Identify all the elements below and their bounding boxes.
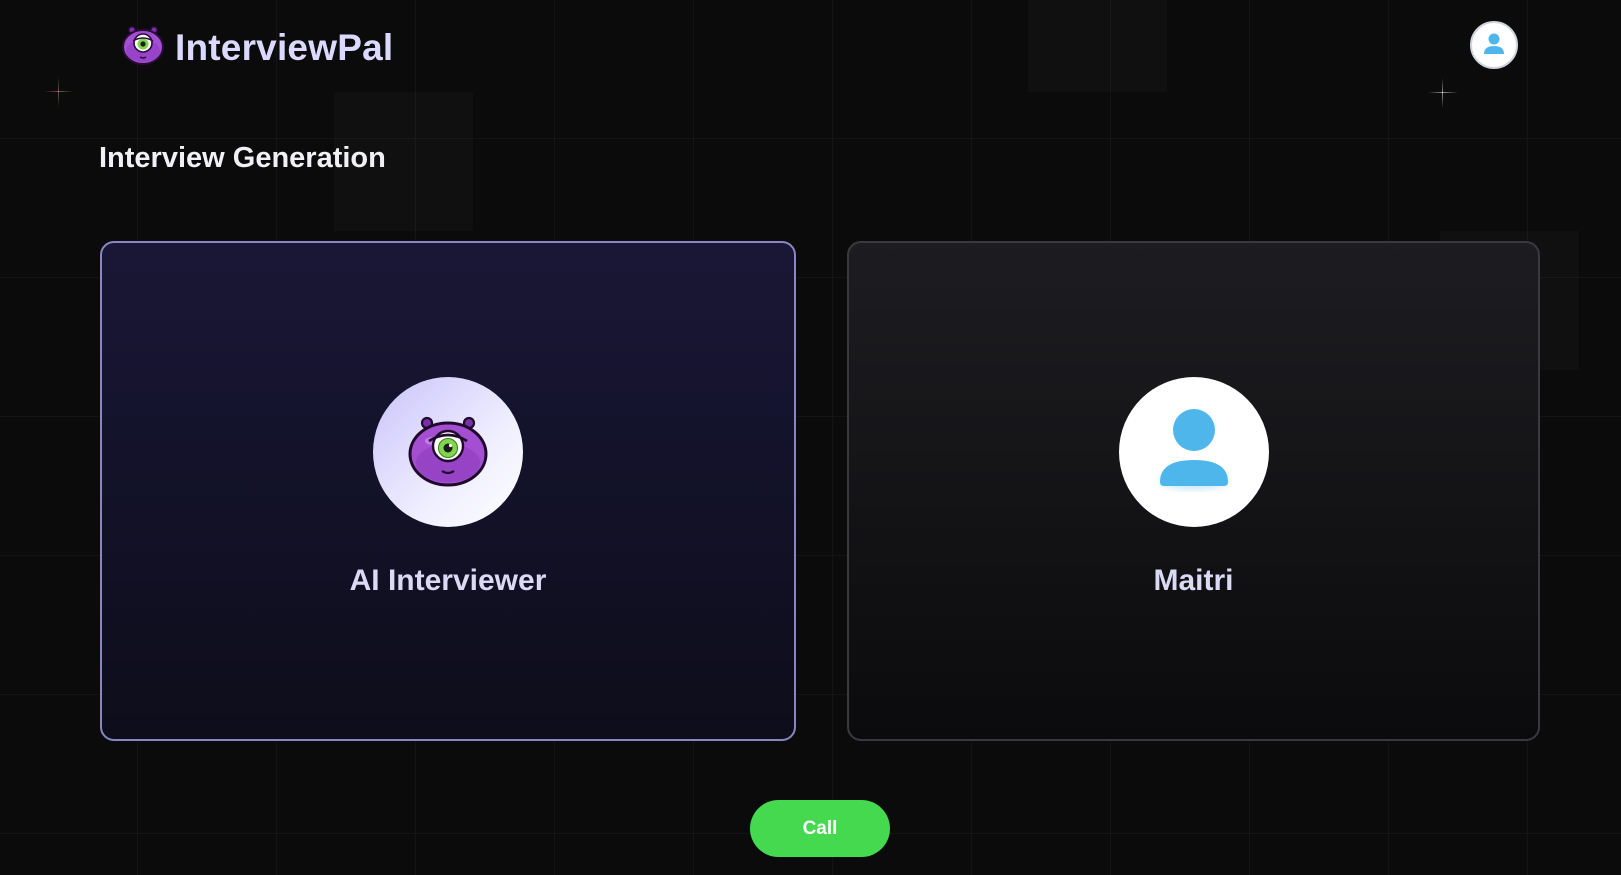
page-title: Interview Generation [99, 142, 386, 174]
profile-avatar-button[interactable] [1470, 21, 1518, 69]
user-avatar-icon [1154, 408, 1234, 497]
ai-interviewer-name: AI Interviewer [349, 564, 547, 597]
alien-mascot-icon [121, 24, 165, 71]
call-button[interactable]: Call [750, 800, 890, 857]
brand-name: InterviewPal [175, 26, 394, 68]
alien-mascot-icon [407, 413, 489, 492]
ai-interviewer-avatar [373, 377, 523, 527]
user-avatar [1118, 377, 1269, 527]
user-name: Maitri [1153, 564, 1234, 597]
top-navigation-bar: InterviewPal [0, 0, 1621, 92]
user-avatar-icon [1481, 30, 1507, 61]
app-page: InterviewPal Interview Generation AI Int… [0, 0, 1621, 875]
user-card: Maitri [847, 241, 1540, 741]
brand-logo-link[interactable]: InterviewPal [121, 24, 393, 71]
ai-interviewer-card: AI Interviewer [100, 241, 796, 741]
